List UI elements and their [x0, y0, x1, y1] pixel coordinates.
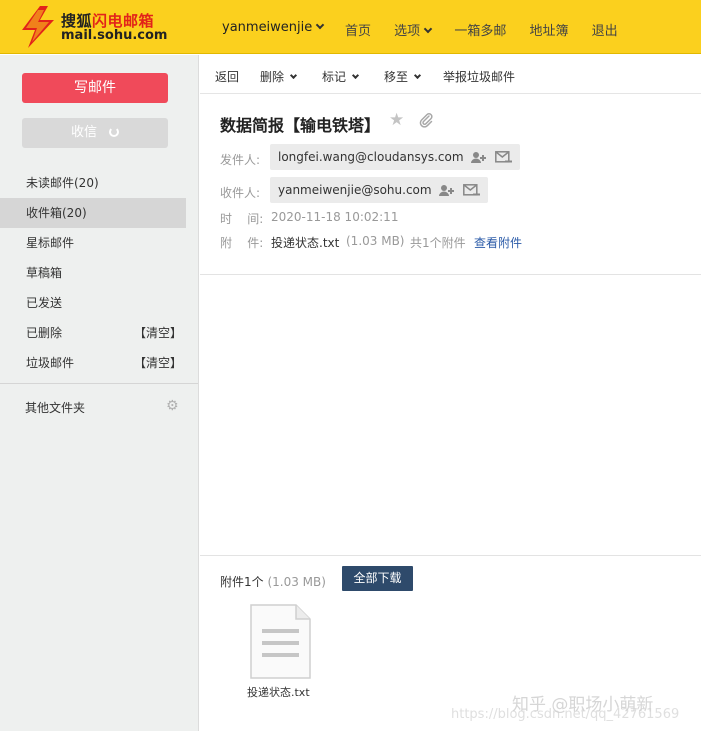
add-contact-icon[interactable] [471, 151, 487, 164]
attachment-file-name[interactable]: 投递状态.txt [247, 684, 310, 700]
sidebar-item-sent[interactable]: 已发送 [0, 288, 186, 318]
folder-label: 收件箱(20) [26, 206, 87, 220]
message-subject: 数据简报【输电铁塔】 [220, 116, 381, 135]
folder-list: 未读邮件(20) 收件箱(20) 星标邮件 草稿箱 已发送 已删除 【清空】 垃圾… [0, 168, 198, 378]
sidebar-item-spam[interactable]: 垃圾邮件 【清空】 [0, 348, 186, 378]
attachment-label: 附 件: [220, 236, 264, 250]
nav-logout[interactable]: 退出 [592, 20, 618, 39]
attachment-summary-size: (1.03 MB) [267, 575, 326, 589]
recipient-address: yanmeiwenjie@sohu.com [278, 183, 432, 197]
mark-button[interactable]: 标记 [322, 68, 360, 85]
recipient-chip[interactable]: yanmeiwenjie@sohu.com [270, 177, 489, 203]
refresh-icon [109, 127, 119, 137]
download-all-button[interactable]: 全部下载 [342, 566, 413, 591]
sidebar-item-deleted[interactable]: 已删除 【清空】 [0, 318, 186, 348]
chevron-down-icon [413, 71, 422, 80]
empty-spam-link[interactable]: 【清空】 [134, 348, 182, 378]
message-toolbar: 返回 删除 标记 移至 举报垃圾邮件 [200, 55, 701, 94]
compose-button[interactable]: 写邮件 [22, 73, 168, 103]
move-label: 移至 [384, 70, 409, 84]
sohu-mail-logo[interactable]: 搜狐闪电邮箱 mail.sohu.com [18, 6, 168, 48]
report-spam-button[interactable]: 举报垃圾邮件 [443, 68, 515, 85]
chevron-down-icon [423, 24, 433, 34]
add-contact-icon[interactable] [439, 184, 455, 197]
body-divider [200, 555, 701, 556]
chevron-down-icon [316, 20, 325, 30]
gear-icon[interactable]: ⚙ [166, 398, 179, 414]
attachment-count: 共1个附件 [410, 236, 466, 250]
sidebar-item-drafts[interactable]: 草稿箱 [0, 258, 186, 288]
to-label: 收件人: [220, 186, 261, 200]
view-attachment-link[interactable]: 查看附件 [474, 234, 522, 251]
folder-label: 草稿箱 [26, 266, 63, 280]
paperclip-icon [419, 113, 433, 128]
receive-label: 收信 [70, 125, 97, 140]
star-icon[interactable]: ★ [389, 110, 404, 130]
sender-chip[interactable]: longfei.wang@cloudansys.com [270, 144, 521, 170]
watermark-csdn: https://blog.csdn.net/qq_42761569 [451, 707, 680, 722]
time-label: 时 间: [220, 212, 264, 226]
attachment-name[interactable]: 投递状态.txt [271, 234, 339, 251]
attachment-summary: 附件1个 (1.03 MB) [220, 573, 326, 590]
chevron-down-icon [351, 71, 360, 80]
folder-label: 已发送 [26, 296, 63, 310]
logo-domain: mail.sohu.com [61, 28, 168, 43]
send-mail-icon[interactable] [463, 184, 481, 197]
receive-button[interactable]: 收信 [22, 118, 168, 148]
text-file-icon[interactable] [250, 604, 311, 679]
top-nav: 首页 选项 一箱多邮 地址簿 退出 [345, 20, 637, 39]
user-menu[interactable]: yanmeiwenjie [222, 20, 325, 35]
nav-options-label: 选项 [394, 24, 421, 39]
delete-label: 删除 [260, 70, 285, 84]
sidebar-divider [0, 383, 198, 384]
delete-button[interactable]: 删除 [260, 68, 298, 85]
from-label: 发件人: [220, 153, 261, 167]
sidebar-item-starred[interactable]: 星标邮件 [0, 228, 186, 258]
nav-options[interactable]: 选项 [394, 20, 433, 39]
header-divider [200, 274, 701, 275]
sidebar-item-other-folders[interactable]: 其他文件夹 [25, 399, 85, 416]
folder-label: 未读邮件(20) [26, 176, 99, 190]
folder-label: 星标邮件 [26, 236, 75, 250]
move-button[interactable]: 移至 [384, 68, 422, 85]
send-mail-icon[interactable] [495, 151, 513, 164]
back-button[interactable]: 返回 [215, 68, 239, 85]
username: yanmeiwenjie [222, 20, 313, 35]
mark-label: 标记 [322, 70, 347, 84]
sidebar: 写邮件 收信 未读邮件(20) 收件箱(20) 星标邮件 草稿箱 已发送 已删除… [0, 55, 199, 731]
empty-deleted-link[interactable]: 【清空】 [134, 318, 182, 348]
lightning-bolt-icon [22, 6, 54, 48]
sent-time: 2020-11-18 10:02:11 [271, 210, 399, 224]
chevron-down-icon [289, 71, 298, 80]
attachment-size: (1.03 MB) [346, 234, 405, 248]
sender-address: longfei.wang@cloudansys.com [278, 150, 464, 164]
attachment-summary-count: 附件1个 [220, 575, 264, 589]
top-header: 搜狐闪电邮箱 mail.sohu.com yanmeiwenjie 首页 选项 … [0, 0, 701, 54]
nav-home[interactable]: 首页 [345, 20, 371, 39]
nav-address-book[interactable]: 地址簿 [529, 20, 568, 39]
sidebar-item-unread[interactable]: 未读邮件(20) [0, 168, 186, 198]
nav-multi-mailbox[interactable]: 一箱多邮 [454, 20, 506, 39]
sidebar-item-inbox[interactable]: 收件箱(20) [0, 198, 186, 228]
folder-label: 已删除 [26, 326, 63, 340]
folder-label: 垃圾邮件 [26, 356, 75, 370]
